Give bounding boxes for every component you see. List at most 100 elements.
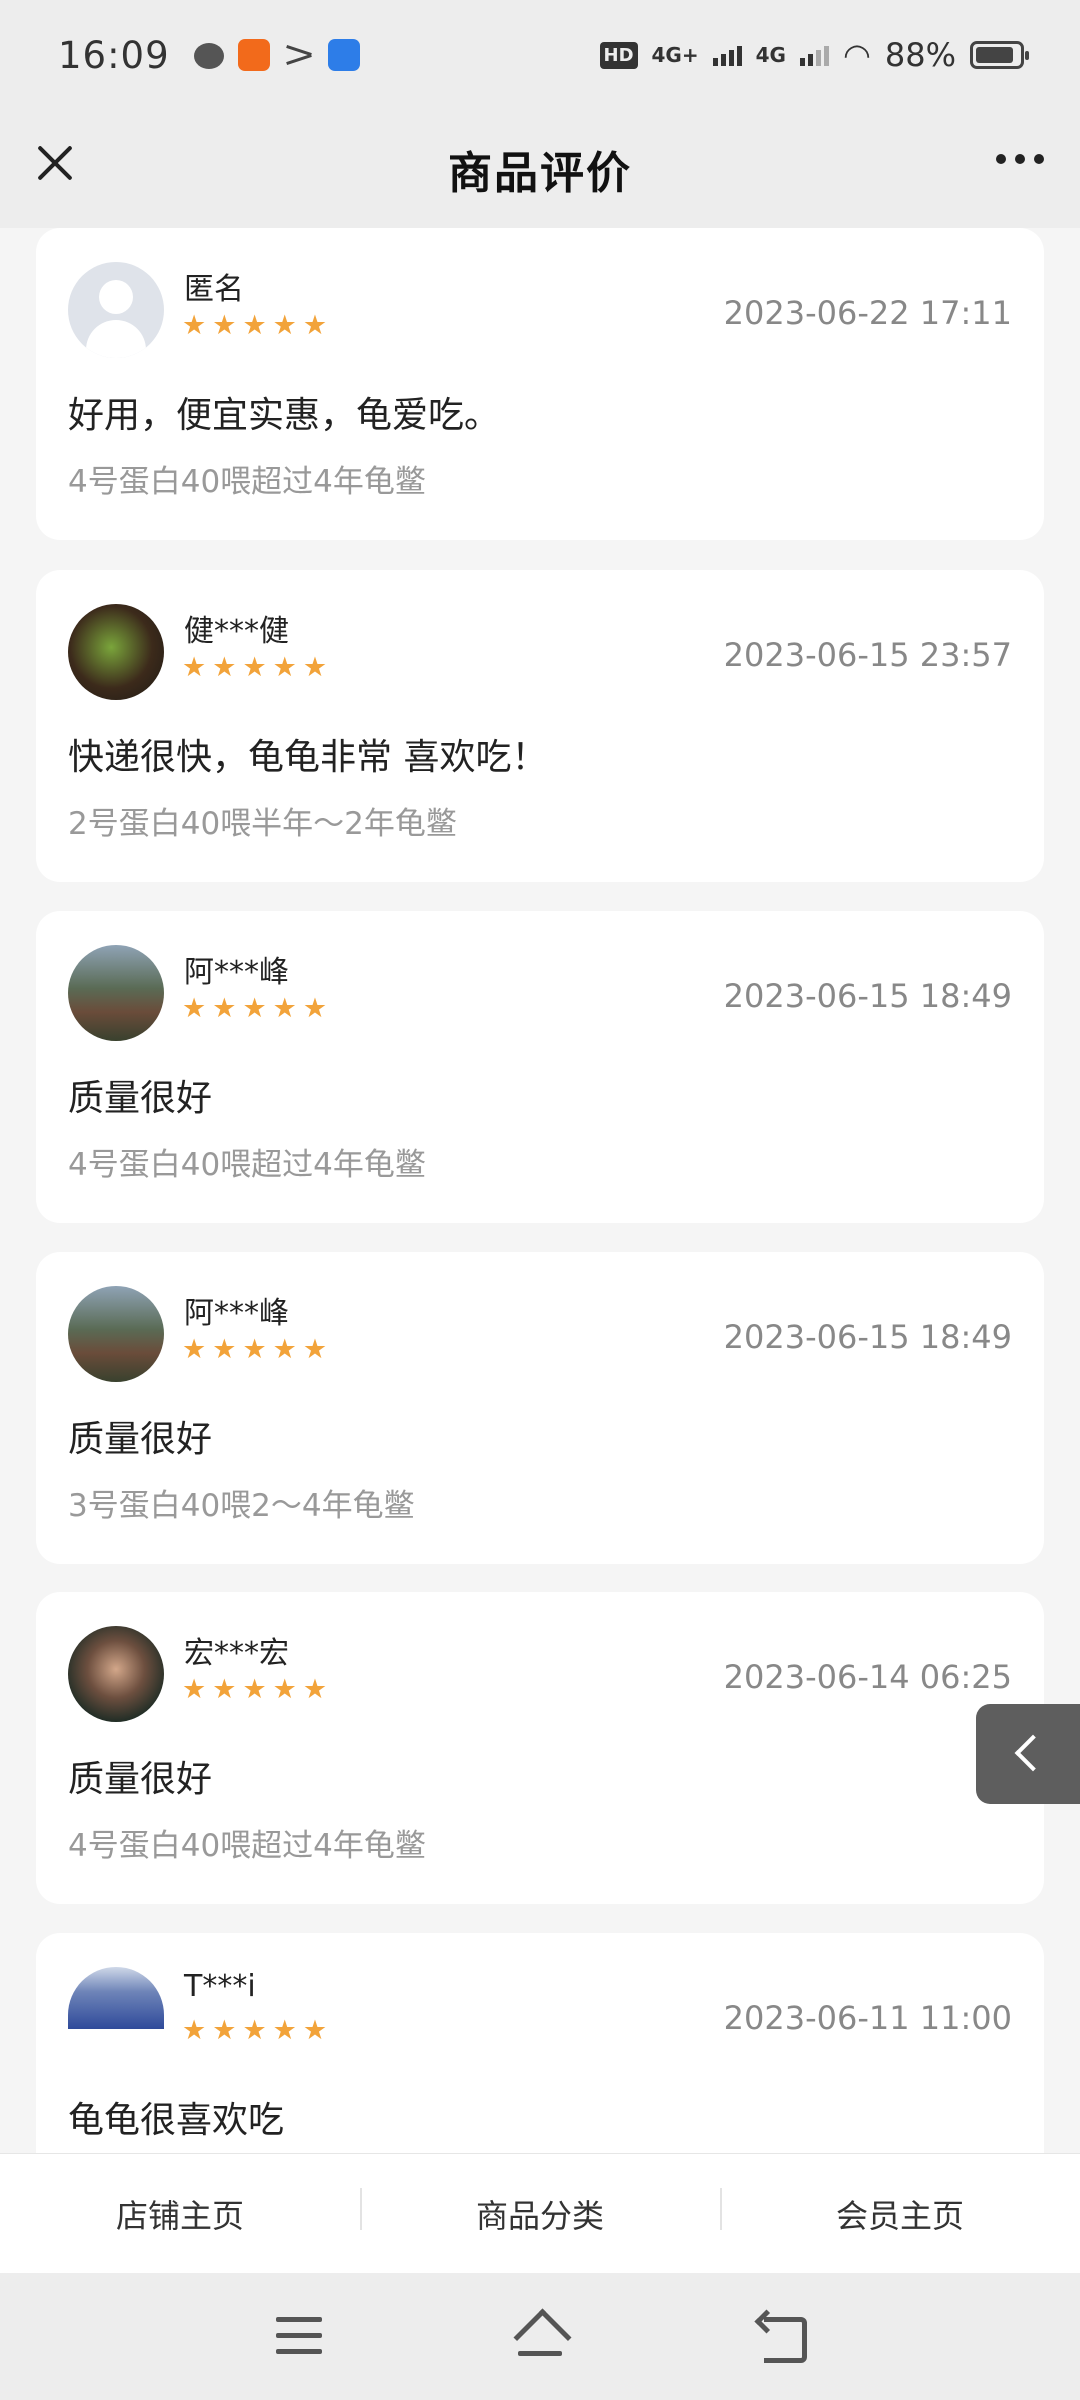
home-icon[interactable] [512, 2311, 568, 2359]
review-card: 健***健 ★ ★ ★ ★ ★ 2023-06-15 23:57 快递很快，龟龟非常 喜… [36, 570, 1044, 882]
taobao-icon [237, 39, 270, 71]
star-icon: ★ [182, 310, 207, 341]
page-title: 商品评价 [448, 148, 632, 199]
star-icon: ★ [242, 2015, 267, 2046]
review-text: 质量很好 [68, 1419, 213, 1460]
rating-stars: ★ ★ ★ ★ ★ [182, 654, 327, 681]
star-icon: ★ [302, 2015, 328, 2046]
review-date: 2023-06-15 18:49 [723, 1318, 1012, 1356]
star-icon: ★ [212, 652, 237, 683]
status-bar: 16:09 HD 4G+ 4G ◠ 88% [0, 0, 1080, 110]
star-icon: ★ [272, 993, 297, 1024]
star-icon: ★ [212, 993, 237, 1024]
wifi-icon: ◠ [842, 36, 871, 74]
more-options-icon[interactable] [990, 148, 1050, 170]
menu-member-home[interactable]: 会员主页 [720, 2187, 1080, 2237]
rating-stars: ★ ★ ★ ★ ★ [182, 1676, 327, 1703]
star-icon: ★ [242, 310, 267, 341]
reviewer-name: 匿名 [184, 272, 244, 307]
star-icon: ★ [182, 2015, 207, 2046]
review-card: 阿***峰 ★ ★ ★ ★ ★ 2023-06-15 18:49 质量很好 4号蛋白40… [36, 911, 1044, 1223]
reviewer-name: 健***健 [184, 614, 289, 649]
star-icon: ★ [212, 1674, 237, 1705]
notification-icons [193, 39, 360, 71]
star-icon: ★ [242, 1674, 267, 1705]
star-icon: ★ [302, 1674, 328, 1705]
rating-stars: ★ ★ ★ ★ ★ [182, 312, 327, 339]
rating-stars: ★ ★ ★ ★ ★ [182, 2017, 327, 2044]
avatar [68, 262, 164, 358]
reviewer-name: 阿***峰 [184, 955, 289, 990]
review-text: 质量很好 [68, 1078, 213, 1119]
star-icon: ★ [242, 993, 267, 1024]
nav-header: 商品评价 [0, 110, 1080, 228]
review-date: 2023-06-15 18:49 [723, 977, 1012, 1015]
star-icon: ★ [182, 652, 207, 683]
avatar [68, 1286, 164, 1382]
star-icon: ★ [272, 652, 297, 683]
review-card: T***i ★ ★ ★ ★ ★ 2023-06-11 11:00 龟龟很喜欢吃 [36, 1933, 1044, 2153]
star-icon: ★ [302, 652, 328, 683]
shop-bottom-menu: 店铺主页 商品分类 会员主页 [0, 2153, 1080, 2273]
review-text: 快递很快，龟龟非常 喜欢吃！ [68, 737, 548, 778]
review-card: 匿名 ★ ★ ★ ★ ★ 2023-06-22 17:11 好用，便宜实惠，龟爱吃。 4… [36, 228, 1044, 540]
product-spec: 4号蛋白40喂超过4年龟鳖 [68, 1147, 426, 1183]
product-spec: 3号蛋白40喂2～4年龟鳖 [68, 1488, 415, 1524]
star-icon: ★ [272, 2015, 297, 2046]
star-icon: ★ [182, 993, 207, 1024]
system-indicators: HD 4G+ 4G ◠ 88% [599, 36, 1029, 74]
status-time: 16:09 [58, 33, 170, 77]
avatar [68, 1967, 164, 2029]
close-icon[interactable] [30, 138, 80, 188]
star-icon: ★ [272, 310, 297, 341]
clock-icon [327, 39, 360, 71]
product-spec: 4号蛋白40喂超过4年龟鳖 [68, 1828, 426, 1864]
review-date: 2023-06-14 06:25 [723, 1658, 1012, 1696]
star-icon: ★ [212, 310, 237, 341]
star-icon: ★ [182, 1674, 207, 1705]
battery-percent: 88% [884, 36, 956, 74]
side-expand-tab[interactable] [976, 1704, 1080, 1804]
product-spec: 2号蛋白40喂半年～2年龟鳖 [68, 806, 457, 842]
reviewer-name: 宏***宏 [184, 1636, 289, 1671]
reviewer-name: 阿***峰 [184, 1296, 289, 1331]
avatar [68, 604, 164, 700]
review-card: 阿***峰 ★ ★ ★ ★ ★ 2023-06-15 18:49 质量很好 3号蛋白40… [36, 1252, 1044, 1564]
review-date: 2023-06-15 23:57 [723, 636, 1012, 674]
avatar [68, 945, 164, 1041]
star-icon: ★ [272, 1674, 297, 1705]
star-icon: ★ [242, 1334, 267, 1365]
menu-icon[interactable] [276, 2317, 322, 2354]
star-icon: ★ [242, 652, 267, 683]
rating-stars: ★ ★ ★ ★ ★ [182, 1336, 327, 1363]
star-icon: ★ [212, 2015, 237, 2046]
network-label-1: 4G+ [651, 43, 699, 67]
avatar [68, 1626, 164, 1722]
wechat-icon [193, 43, 224, 69]
mail-icon [284, 41, 314, 69]
review-text: 好用，便宜实惠，龟爱吃。 [68, 395, 501, 436]
signal-icon [712, 44, 742, 66]
star-icon: ★ [302, 310, 328, 341]
star-icon: ★ [212, 1334, 237, 1365]
review-date: 2023-06-22 17:11 [723, 294, 1012, 332]
rating-stars: ★ ★ ★ ★ ★ [182, 995, 327, 1022]
review-date: 2023-06-11 11:00 [723, 1999, 1012, 2037]
menu-store-home[interactable]: 店铺主页 [0, 2191, 360, 2237]
network-label-2: 4G [755, 43, 786, 67]
star-icon: ★ [302, 993, 328, 1024]
menu-product-category[interactable]: 商品分类 [360, 2187, 720, 2237]
star-icon: ★ [302, 1334, 328, 1365]
back-icon[interactable] [756, 2313, 807, 2363]
product-spec: 4号蛋白40喂超过4年龟鳖 [68, 464, 426, 500]
signal-icon-2 [799, 44, 829, 66]
review-text: 龟龟很喜欢吃 [68, 2100, 285, 2141]
system-nav-bar [0, 2273, 1080, 2400]
star-icon: ★ [272, 1334, 297, 1365]
review-list[interactable]: 匿名 ★ ★ ★ ★ ★ 2023-06-22 17:11 好用，便宜实惠，龟爱吃。 4… [0, 228, 1080, 2153]
reviewer-name: T***i [184, 1969, 256, 2004]
battery-icon [970, 41, 1029, 69]
hd-icon: HD [599, 41, 638, 69]
review-text: 质量很好 [68, 1759, 213, 1800]
review-card: 宏***宏 ★ ★ ★ ★ ★ 2023-06-14 06:25 质量很好 4号蛋白40… [36, 1592, 1044, 1904]
